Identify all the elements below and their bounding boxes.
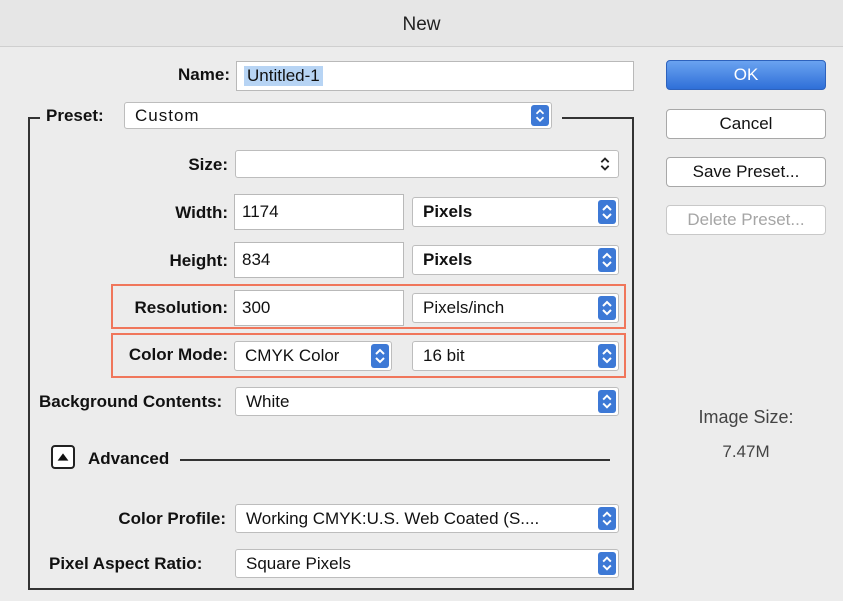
preset-stepper-icon (531, 105, 549, 126)
preset-value: Custom (135, 105, 200, 125)
color-profile-value: Working CMYK:U.S. Web Coated (S.... (246, 508, 540, 528)
color-mode-select[interactable]: CMYK Color (234, 341, 392, 371)
resolution-label: Resolution: (134, 298, 229, 317)
pixel-aspect-select[interactable]: Square Pixels (235, 549, 619, 578)
width-unit-value: Pixels (423, 202, 473, 221)
advanced-toggle[interactable] (51, 445, 75, 469)
bit-depth-stepper-icon (598, 344, 616, 368)
triangle-up-icon (57, 453, 69, 461)
name-label: Name: (178, 65, 230, 84)
color-profile-select[interactable]: Working CMYK:U.S. Web Coated (S.... (235, 504, 619, 533)
width-label: Width: (175, 203, 228, 222)
preset-select[interactable]: Custom (124, 102, 552, 129)
advanced-label: Advanced (88, 449, 170, 468)
height-unit-stepper-icon (598, 248, 616, 272)
height-unit-value: Pixels (423, 250, 473, 269)
pixel-aspect-value: Square Pixels (246, 553, 351, 573)
preset-label: Preset: (40, 106, 118, 126)
color-mode-value: CMYK Color (245, 346, 340, 365)
name-value: Untitled-1 (244, 66, 323, 86)
resolution-unit-select[interactable]: Pixels/inch (412, 293, 619, 323)
background-label: Background Contents: (39, 392, 223, 411)
ok-button[interactable]: OK (666, 60, 826, 90)
background-select[interactable]: White (235, 387, 619, 416)
bit-depth-select[interactable]: 16 bit (412, 341, 619, 371)
preset-frame-bottom (28, 588, 634, 590)
width-value: 1174 (242, 202, 279, 221)
preset-frame-right (632, 117, 634, 590)
save-preset-button[interactable]: Save Preset... (666, 157, 826, 187)
resolution-value: 300 (242, 298, 271, 317)
preset-frame-top-right (562, 117, 634, 119)
resolution-unit-value: Pixels/inch (423, 298, 505, 317)
color-mode-stepper-icon (371, 344, 389, 368)
image-size-label: Image Size: (698, 407, 794, 427)
background-stepper-icon (598, 390, 616, 413)
color-profile-stepper-icon (598, 507, 616, 530)
resolution-field[interactable]: 300 (234, 290, 404, 326)
size-stepper-icon (596, 153, 614, 175)
delete-preset-button: Delete Preset... (666, 205, 826, 235)
image-size-value: 7.47M (722, 442, 770, 461)
window-title: New (402, 14, 441, 35)
bit-depth-value: 16 bit (423, 346, 465, 365)
pixel-aspect-stepper-icon (598, 552, 616, 575)
height-field[interactable]: 834 (234, 242, 404, 278)
width-unit-select[interactable]: Pixels (412, 197, 619, 227)
cancel-button[interactable]: Cancel (666, 109, 826, 139)
preset-frame-left (28, 117, 30, 590)
height-label: Height: (169, 251, 228, 270)
advanced-divider (180, 459, 610, 461)
background-value: White (246, 391, 290, 411)
color-profile-label: Color Profile: (118, 509, 226, 528)
name-field[interactable]: Untitled-1 (236, 61, 634, 91)
size-label: Size: (188, 155, 228, 174)
height-value: 834 (242, 250, 271, 269)
pixel-aspect-label: Pixel Aspect Ratio: (49, 554, 203, 573)
size-select[interactable] (235, 150, 619, 178)
height-unit-select[interactable]: Pixels (412, 245, 619, 275)
resolution-unit-stepper-icon (598, 296, 616, 320)
title-bar: New (0, 0, 843, 47)
width-field[interactable]: 1174 (234, 194, 404, 230)
color-mode-label: Color Mode: (128, 345, 228, 364)
width-unit-stepper-icon (598, 200, 616, 224)
